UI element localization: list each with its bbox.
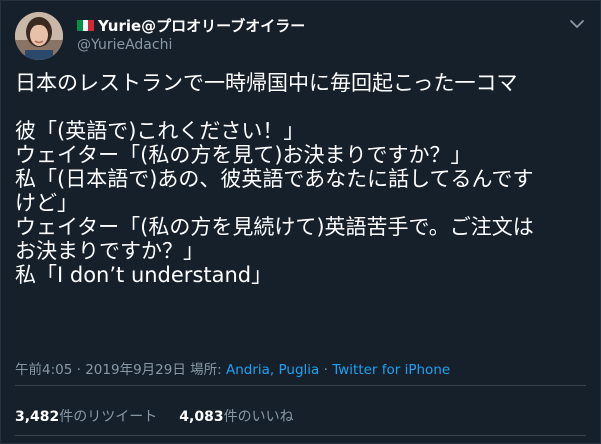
client-link[interactable]: Twitter for iPhone xyxy=(332,362,450,378)
tweet-time[interactable]: 午前4:05 xyxy=(15,362,72,378)
author-name-row[interactable]: Yurie@プロオリーブオイラー xyxy=(77,15,305,36)
meta-separator: · xyxy=(76,362,81,378)
meta-separator: · xyxy=(323,362,328,378)
likes-count: 4,083 xyxy=(179,409,224,425)
user-handle[interactable]: @YurieAdachi xyxy=(77,37,172,53)
likes-unit: 件の xyxy=(223,409,252,425)
likes-stat[interactable]: 4,083件のいいね xyxy=(179,406,293,426)
tweet-date[interactable]: 2019年9月29日 xyxy=(85,362,186,378)
retweets-label: リツイート xyxy=(87,409,158,425)
chevron-down-icon[interactable] xyxy=(568,15,586,33)
divider xyxy=(15,435,586,436)
tweet-stats: 3,482件のリツイート 4,083件のいいね xyxy=(15,406,294,426)
tweet-card: Yurie@プロオリーブオイラー @YurieAdachi 日本のレストランで一… xyxy=(0,0,601,444)
tweet-meta: 午前4:05 · 2019年9月29日 場所: Andria, Puglia ·… xyxy=(15,358,450,378)
display-name[interactable]: Yurie@プロオリーブオイラー xyxy=(98,15,305,36)
avatar-image xyxy=(15,12,63,60)
retweets-count: 3,482 xyxy=(15,409,60,425)
avatar[interactable] xyxy=(15,12,63,60)
tweet-text: 日本のレストランで一時帰国中に毎回起こった一コマ 彼「(英語で)これください！」… xyxy=(15,71,534,287)
retweets-unit: 件の xyxy=(59,409,88,425)
likes-label: いいね xyxy=(251,409,294,425)
place-label: 場所: xyxy=(190,362,222,378)
retweets-stat[interactable]: 3,482件のリツイート xyxy=(15,406,157,426)
divider xyxy=(15,385,586,386)
place-link[interactable]: Andria, Puglia xyxy=(226,362,319,378)
italy-flag-icon xyxy=(77,20,95,31)
